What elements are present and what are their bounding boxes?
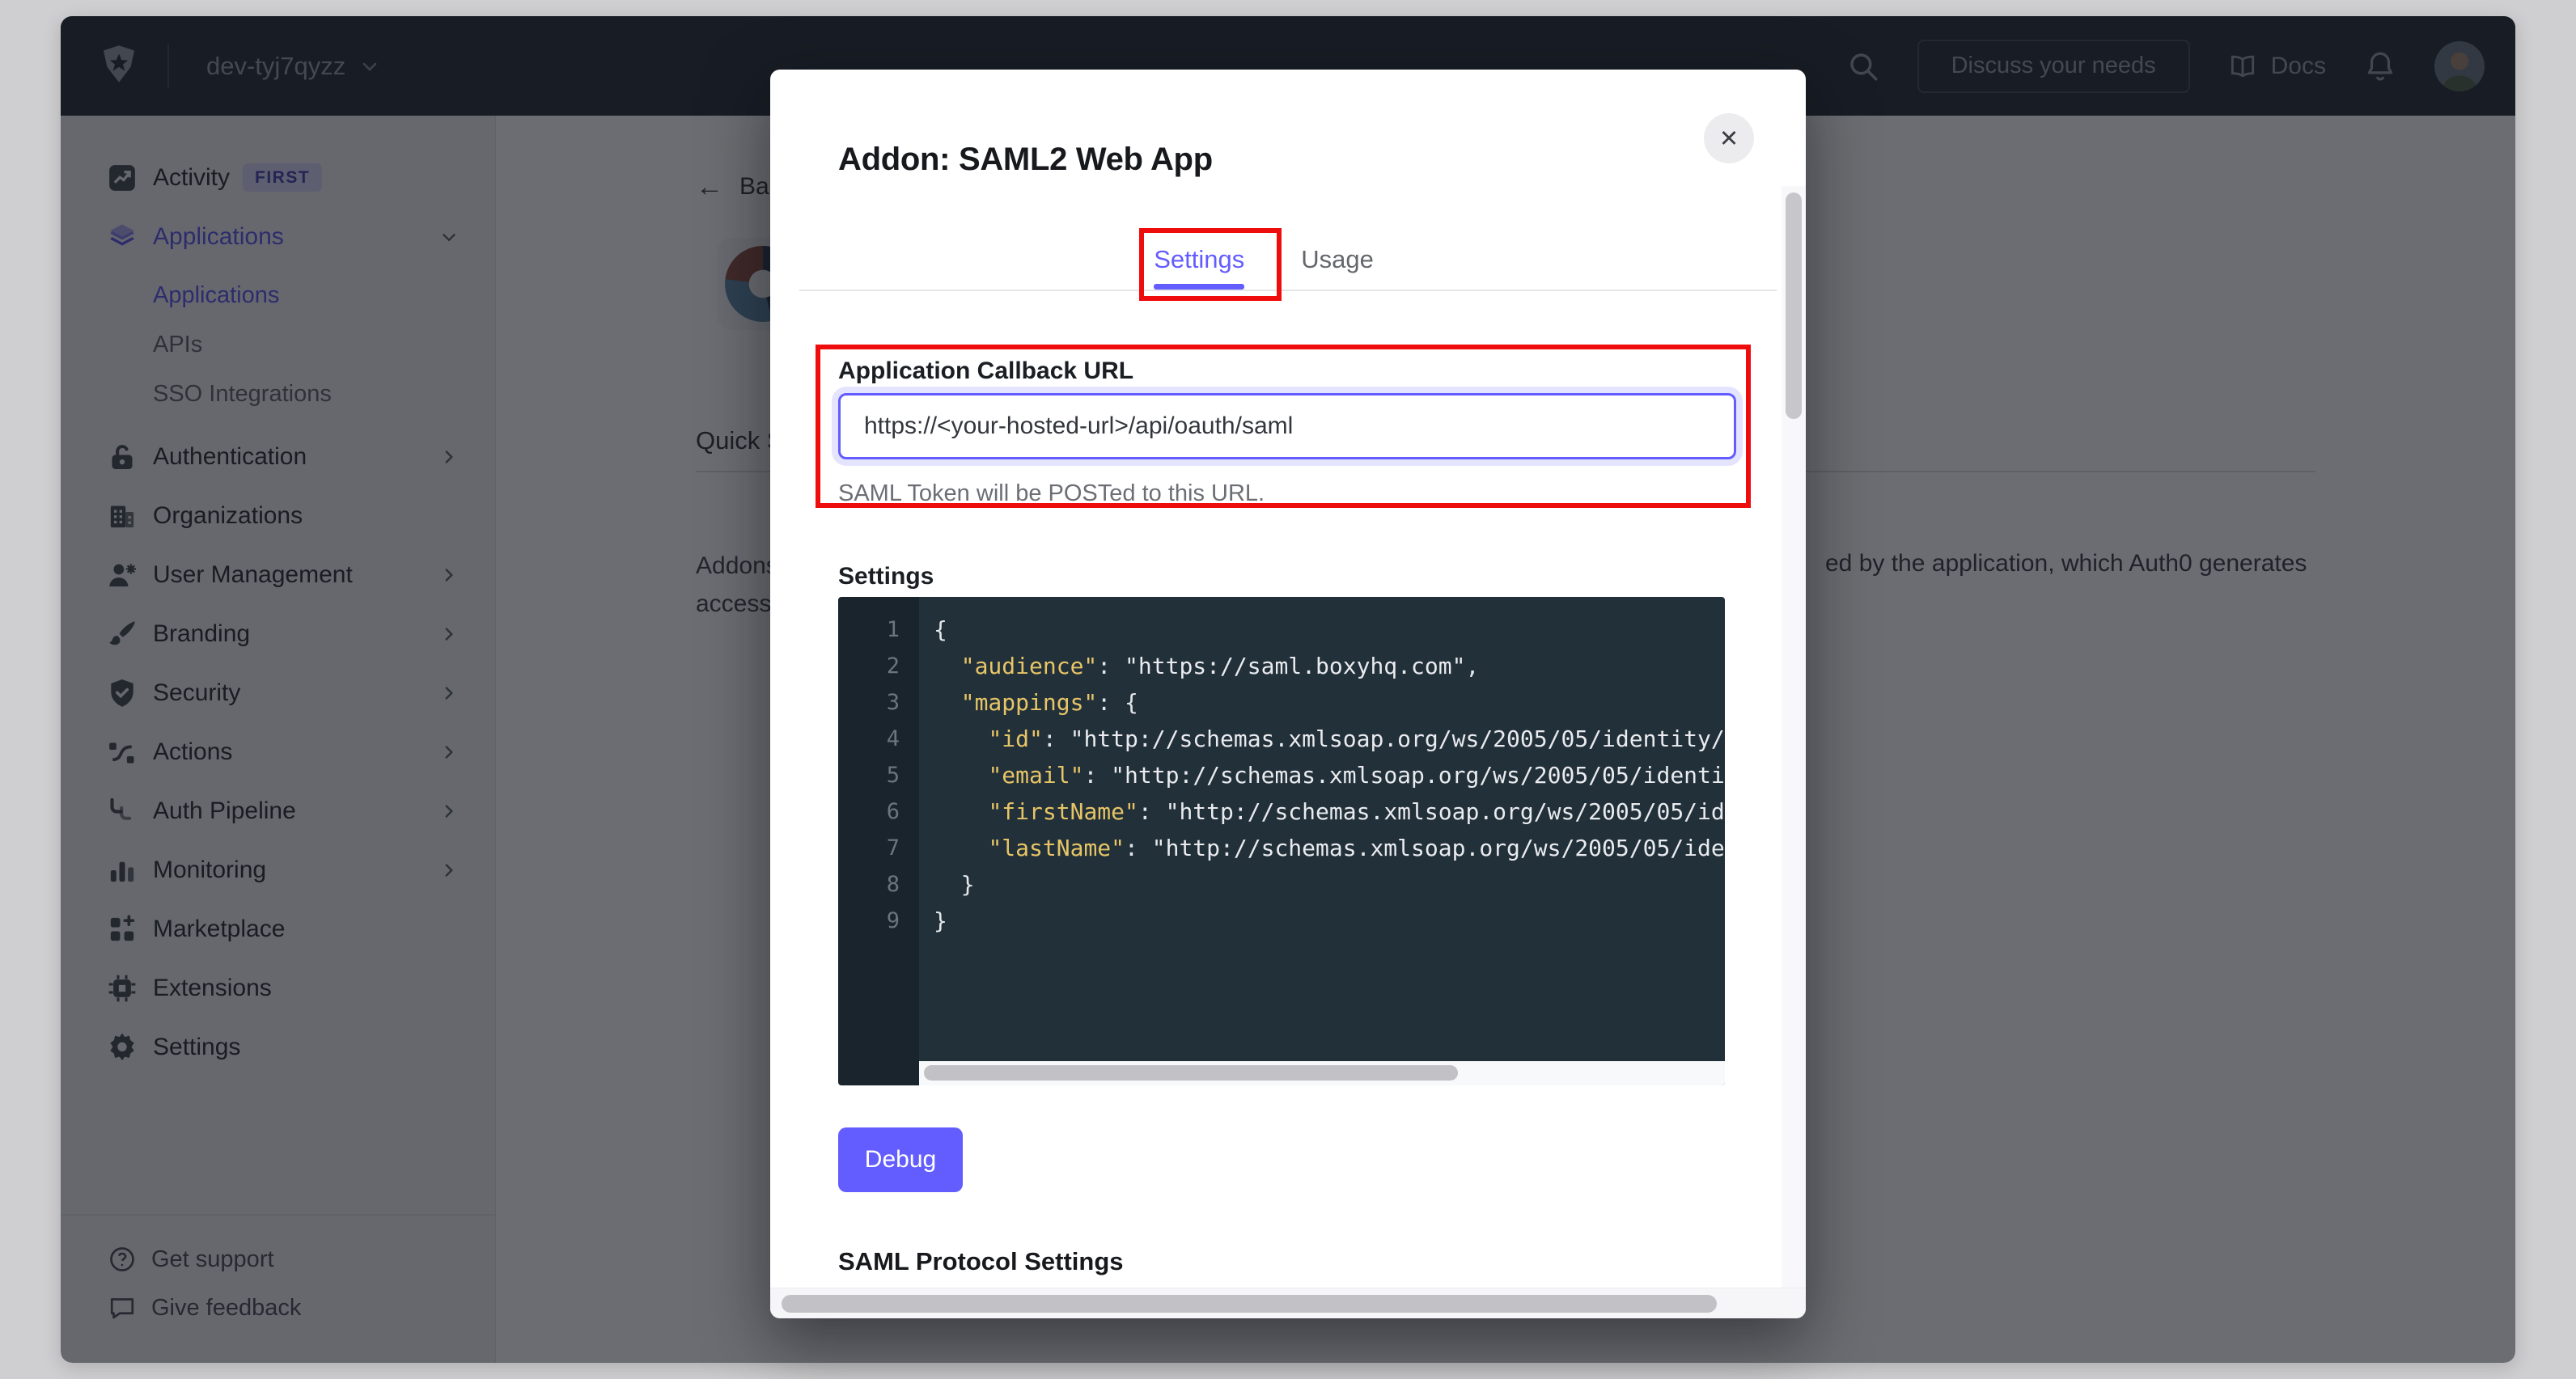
code-line: "lastName": "http://schemas.xmlsoap.org/… <box>934 830 1725 866</box>
modal-vertical-scrollbar-thumb[interactable] <box>1786 192 1802 419</box>
line-number: 2 <box>838 648 900 684</box>
saml2-addon-modal: Addon: SAML2 Web App ✕ Settings Usage App… <box>770 70 1806 1318</box>
debug-button[interactable]: Debug <box>838 1127 963 1192</box>
code-line: { <box>934 611 1725 648</box>
editor-code-column: { "audience": "https://saml.boxyhq.com",… <box>919 597 1725 1085</box>
close-icon: ✕ <box>1719 125 1739 153</box>
settings-json-editor[interactable]: 123456789 { "audience": "https://saml.bo… <box>838 597 1725 1085</box>
line-number: 6 <box>838 793 900 830</box>
modal-bottom-scrollbar[interactable] <box>770 1288 1806 1318</box>
code-line: } <box>934 903 1725 939</box>
callback-url-input[interactable] <box>838 393 1736 459</box>
line-number: 7 <box>838 830 900 866</box>
code-line: } <box>934 866 1725 903</box>
tab-usage[interactable]: Usage <box>1301 230 1374 290</box>
line-number: 9 <box>838 903 900 939</box>
editor-horizontal-scrollbar-thumb[interactable] <box>924 1065 1458 1081</box>
code-line: "firstName": "http://schemas.xmlsoap.org… <box>934 793 1725 830</box>
close-button[interactable]: ✕ <box>1704 113 1754 163</box>
editor-horizontal-scrollbar[interactable] <box>919 1061 1725 1085</box>
tab-settings[interactable]: Settings <box>1154 230 1244 290</box>
code-line: "email": "http://schemas.xmlsoap.org/ws/… <box>934 757 1725 793</box>
code-line: "id": "http://schemas.xmlsoap.org/ws/200… <box>934 721 1725 757</box>
line-number: 3 <box>838 684 900 721</box>
tabs-divider <box>799 290 1777 291</box>
line-number: 8 <box>838 866 900 903</box>
line-number: 1 <box>838 611 900 648</box>
saml-protocol-settings-heading: SAML Protocol Settings <box>838 1247 1124 1276</box>
line-number: 5 <box>838 757 900 793</box>
callback-url-helper: SAML Token will be POSTed to this URL. <box>838 480 1265 507</box>
code-line: "audience": "https://saml.boxyhq.com", <box>934 648 1725 684</box>
modal-tabs: Settings Usage <box>770 230 1782 290</box>
editor-line-numbers: 123456789 <box>838 597 919 1085</box>
editor-code[interactable]: { "audience": "https://saml.boxyhq.com",… <box>919 597 1725 1061</box>
callback-url-label: Application Callback URL <box>838 357 1133 385</box>
code-line: "mappings": { <box>934 684 1725 721</box>
modal-title: Addon: SAML2 Web App <box>838 142 1213 178</box>
modal-bottom-scrollbar-thumb[interactable] <box>782 1295 1717 1313</box>
settings-section-label: Settings <box>838 563 934 590</box>
line-number: 4 <box>838 721 900 757</box>
modal-vertical-scrollbar[interactable] <box>1782 186 1806 1288</box>
